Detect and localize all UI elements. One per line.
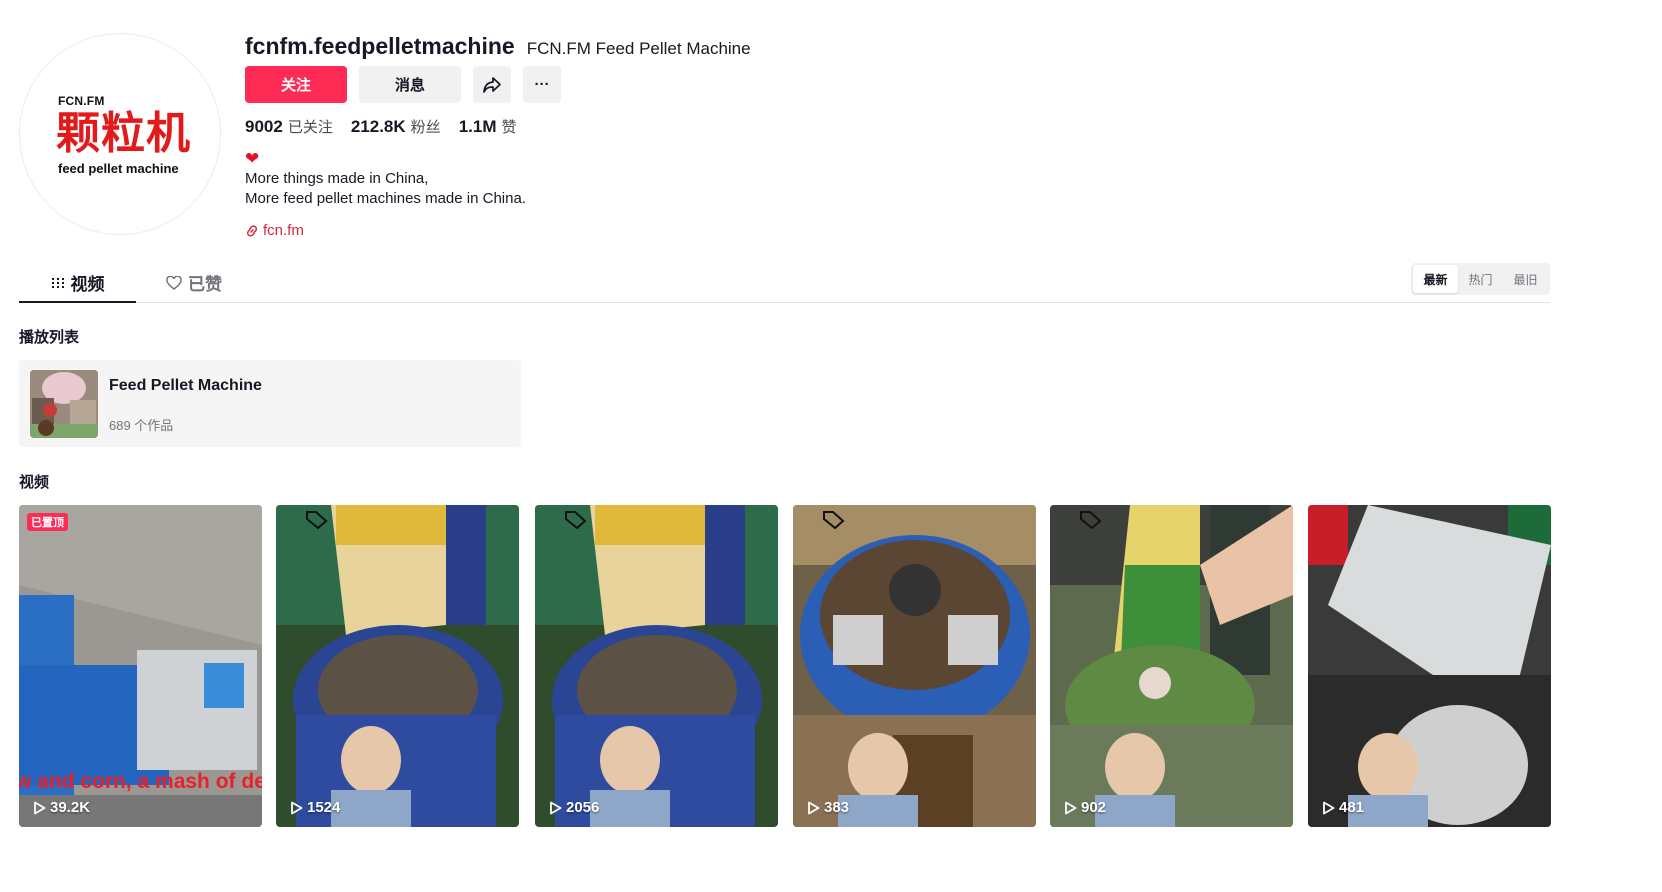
tag-icon	[823, 511, 845, 529]
tag-icon	[565, 511, 587, 529]
avatar-brand-text: FCN.FM	[58, 94, 105, 108]
playlist-section-title: 播放列表	[19, 329, 80, 346]
avatar-sub-text: feed pellet machine	[58, 161, 179, 176]
video-card[interactable]: 1524	[276, 505, 519, 827]
avatar-main-text: 颗粒机	[56, 108, 191, 159]
video-card[interactable]: 2056	[535, 505, 778, 827]
bio-line: More feed pellet machines made in China.	[245, 190, 526, 207]
video-card[interactable]: 已置顶 w and corn, a mash of del 39.2K	[19, 505, 262, 827]
sort-oldest[interactable]: 最旧	[1503, 265, 1548, 293]
title-row: fcnfm.feedpelletmachine FCN.FM Feed Pell…	[245, 33, 751, 61]
tab-liked[interactable]: 已赞	[159, 263, 229, 302]
profile-header: FCN.FM 颗粒机 feed pellet machine fcnfm.fee…	[19, 33, 1550, 243]
video-thumbnail	[793, 505, 1036, 827]
play-icon	[1323, 801, 1335, 814]
sort-popular[interactable]: 热门	[1458, 265, 1503, 293]
play-icon	[34, 801, 46, 814]
avatar[interactable]: FCN.FM 颗粒机 feed pellet machine	[19, 33, 221, 235]
video-caption: w and corn, a mash of del	[19, 770, 262, 793]
videos-section-title: 视频	[19, 474, 50, 491]
tab-liked-label: 已赞	[188, 275, 222, 294]
play-icon	[291, 801, 303, 814]
play-icon	[1065, 801, 1077, 814]
follow-button[interactable]: 关注	[245, 66, 347, 103]
action-buttons: 关注 消息 ···	[245, 66, 561, 103]
tag-icon	[1080, 511, 1102, 529]
tag-icon	[306, 511, 328, 529]
tab-videos-label: 视频	[70, 275, 105, 294]
unique-id: fcnfm.feedpelletmachine	[245, 33, 515, 59]
link-icon	[246, 224, 258, 237]
tab-videos[interactable]: 视频	[19, 263, 136, 303]
video-thumbnail	[1050, 505, 1293, 827]
sort-selector: 最新 热门 最旧	[1411, 263, 1550, 295]
view-count: 39.2K	[33, 799, 90, 816]
video-card[interactable]: 902	[1050, 505, 1293, 827]
play-icon	[550, 801, 562, 814]
profile-info: fcnfm.feedpelletmachine FCN.FM Feed Pell…	[245, 33, 751, 239]
sort-latest[interactable]: 最新	[1413, 265, 1458, 293]
more-button[interactable]: ···	[523, 66, 561, 103]
video-card[interactable]: 481	[1308, 505, 1551, 827]
heart-outline-icon	[166, 275, 182, 290]
bio: ❤ More things made in China, More feed p…	[245, 149, 526, 209]
view-count: 1524	[290, 799, 340, 816]
stats-row: 9002 已关注 212.8K 粉丝 1.1M 赞	[245, 116, 517, 137]
likes-count: 1.1M 赞	[458, 117, 517, 136]
share-button[interactable]	[473, 66, 511, 103]
playlist-name[interactable]: Feed Pellet Machine	[109, 377, 262, 395]
view-count: 2056	[549, 799, 599, 816]
pinned-badge: 已置顶	[27, 513, 68, 531]
following-count[interactable]: 9002 已关注	[245, 116, 333, 137]
heart-icon: ❤	[245, 149, 260, 168]
view-count: 902	[1064, 799, 1106, 816]
link-text[interactable]: fcn.fm	[263, 222, 304, 239]
followers-count[interactable]: 212.8K 粉丝	[351, 116, 441, 137]
view-count: 481	[1322, 799, 1364, 816]
playlist-count: 689 个作品	[109, 418, 174, 433]
share-icon	[483, 76, 501, 93]
video-thumbnail	[535, 505, 778, 827]
nickname: FCN.FM Feed Pellet Machine	[526, 39, 751, 58]
play-icon	[808, 801, 820, 814]
content-tabs: 视频 已赞 最新 热门 最旧	[19, 263, 1550, 303]
video-thumbnail	[1308, 505, 1551, 827]
bio-line: More things made in China,	[245, 170, 429, 187]
video-card[interactable]: 383	[793, 505, 1036, 827]
grid-icon	[51, 277, 64, 288]
playlist-card[interactable]: Feed Pellet Machine 689 个作品	[19, 360, 521, 447]
view-count: 383	[807, 799, 849, 816]
profile-link[interactable]: fcn.fm	[245, 222, 304, 239]
playlist-thumbnail	[30, 370, 98, 438]
video-thumbnail	[276, 505, 519, 827]
message-button[interactable]: 消息	[359, 66, 461, 103]
